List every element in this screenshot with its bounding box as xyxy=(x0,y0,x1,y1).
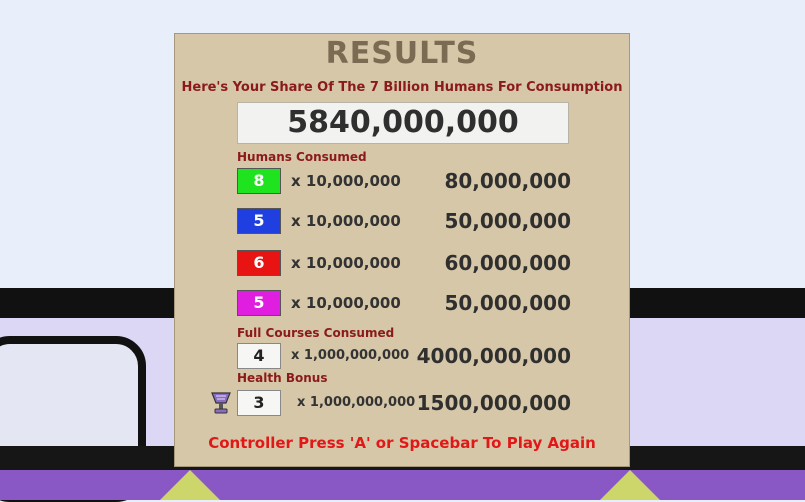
play-again-prompt: Controller Press 'A' or Spacebar To Play… xyxy=(208,434,596,452)
results-subtitle: Here's Your Share Of The 7 Billion Human… xyxy=(181,80,623,95)
health-multiplier: x 1,000,000,000 xyxy=(297,395,416,410)
human-count-blue: 5 xyxy=(237,208,281,234)
humans-row-green: 8 x 10,000,000 80,000,000 xyxy=(175,168,629,196)
humans-row-magenta: 5 x 10,000,000 50,000,000 xyxy=(175,290,629,318)
human-count-red: 6 xyxy=(237,250,281,276)
human-subtotal: 50,000,000 xyxy=(444,291,571,315)
courses-multiplier: x 1,000,000,000 xyxy=(291,348,410,363)
courses-subtotal: 4000,000,000 xyxy=(416,344,571,368)
human-multiplier: x 10,000,000 xyxy=(291,172,401,190)
courses-row: 4 x 1,000,000,000 4000,000,000 xyxy=(175,343,629,371)
results-panel: RESULTS Here's Your Share Of The 7 Billi… xyxy=(174,33,630,467)
total-score: 5840,000,000 xyxy=(237,102,569,144)
humans-consumed-label: Humans Consumed xyxy=(237,150,367,164)
background-decoration-left xyxy=(160,470,220,500)
trophy-icon xyxy=(209,391,233,415)
health-subtotal: 1500,000,000 xyxy=(416,391,571,415)
human-multiplier: x 10,000,000 xyxy=(291,212,401,230)
humans-row-blue: 5 x 10,000,000 50,000,000 xyxy=(175,208,629,236)
human-subtotal: 80,000,000 xyxy=(444,169,571,193)
health-bonus-label: Health Bonus xyxy=(237,371,328,385)
background-floor xyxy=(0,470,805,500)
courses-count: 4 xyxy=(237,343,281,369)
human-multiplier: x 10,000,000 xyxy=(291,294,401,312)
human-multiplier: x 10,000,000 xyxy=(291,254,401,272)
full-courses-label: Full Courses Consumed xyxy=(237,326,395,340)
health-row: 3 x 1,000,000,000 1500,000,000 xyxy=(175,390,629,418)
results-title: RESULTS xyxy=(325,36,479,71)
human-count-green: 8 xyxy=(237,168,281,194)
human-count-magenta: 5 xyxy=(237,290,281,316)
health-count: 3 xyxy=(237,390,281,416)
background-decoration-right xyxy=(600,470,660,500)
human-subtotal: 50,000,000 xyxy=(444,209,571,233)
human-subtotal: 60,000,000 xyxy=(444,251,571,275)
humans-row-red: 6 x 10,000,000 60,000,000 xyxy=(175,250,629,278)
